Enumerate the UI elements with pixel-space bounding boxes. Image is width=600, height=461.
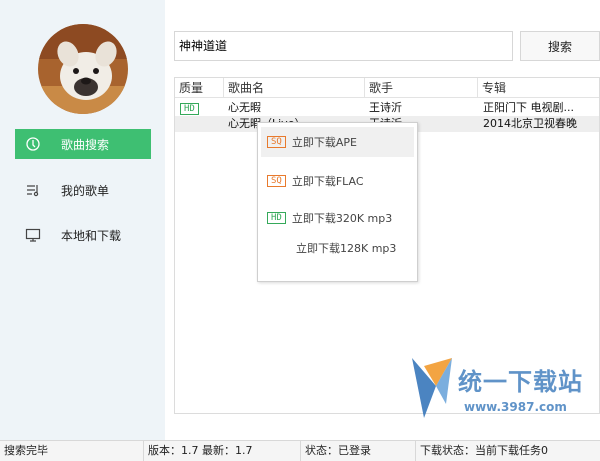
menu-item-label: 立即下载FLAC bbox=[291, 175, 364, 188]
column-header-quality[interactable]: 质量 bbox=[175, 78, 223, 98]
menu-item-download-128k[interactable]: 立即下载128K mp3 bbox=[261, 233, 414, 263]
column-header-title[interactable]: 歌曲名 bbox=[223, 78, 364, 98]
sidebar-item-my-playlist[interactable]: 我的歌单 bbox=[15, 175, 151, 205]
menu-item-label: 立即下载320K mp3 bbox=[291, 212, 393, 225]
quality-cell: HD bbox=[180, 100, 220, 116]
table-row[interactable]: HD 心无暇 王诗沂 正阳门下 电视剧... bbox=[175, 100, 599, 116]
status-bar: 搜索完毕 版本：1.7 最新：1.7 状态：已登录 下载状态：当前下载任务0 bbox=[0, 440, 600, 461]
search-input[interactable]: 神神道道 bbox=[174, 31, 513, 61]
sq-quality-badge: SQ bbox=[267, 175, 286, 187]
download-context-menu: SQ 立即下载APE SQ 立即下载FLAC HD 立即下载320K mp3 立… bbox=[257, 122, 418, 282]
hd-quality-badge: HD bbox=[267, 212, 286, 224]
status-login: 状态：已登录 bbox=[300, 441, 415, 461]
album-name: 2014北京卫视春晚 bbox=[483, 117, 577, 130]
sidebar-item-song-search[interactable]: 歌曲搜索 bbox=[15, 129, 151, 159]
menu-item-label: 立即下载APE bbox=[291, 136, 357, 149]
hd-quality-badge: HD bbox=[180, 103, 199, 115]
song-title: 心无暇 bbox=[228, 101, 261, 114]
menu-item-download-320k[interactable]: HD 立即下载320K mp3 bbox=[261, 203, 414, 233]
column-header-artist[interactable]: 歌手 bbox=[364, 78, 477, 98]
watermark-logo: 统一下载站 www.3987.com bbox=[410, 356, 590, 426]
sq-quality-badge: SQ bbox=[267, 136, 286, 148]
sidebar-item-label: 我的歌单 bbox=[61, 183, 110, 198]
avatar[interactable] bbox=[38, 24, 128, 114]
status-download: 下载状态：当前下载任务0 bbox=[415, 441, 600, 461]
watermark-brand: 统一下载站 bbox=[458, 368, 583, 396]
column-header-album[interactable]: 专辑 bbox=[477, 78, 600, 98]
menu-item-download-ape[interactable]: SQ 立即下载APE bbox=[261, 127, 414, 157]
playlist-icon bbox=[25, 182, 41, 198]
sidebar-item-label: 本地和下载 bbox=[61, 228, 122, 243]
album-name: 正阳门下 电视剧... bbox=[483, 101, 574, 114]
status-version: 版本：1.7 最新：1.7 bbox=[143, 441, 300, 461]
sidebar-item-label: 歌曲搜索 bbox=[61, 137, 110, 152]
monitor-icon bbox=[25, 227, 41, 243]
menu-item-label: 立即下载128K mp3 bbox=[296, 242, 397, 255]
status-message: 搜索完毕 bbox=[4, 444, 48, 457]
search-icon bbox=[25, 136, 41, 152]
menu-item-download-flac[interactable]: SQ 立即下载FLAC bbox=[261, 166, 414, 196]
artist-name: 王诗沂 bbox=[369, 101, 402, 114]
table-header: 质量 歌曲名 歌手 专辑 bbox=[175, 78, 599, 98]
avatar-dog-image bbox=[38, 24, 128, 114]
sidebar: 歌曲搜索 我的歌单 本地和下载 bbox=[0, 0, 165, 440]
search-button[interactable]: 搜索 bbox=[520, 31, 600, 61]
sidebar-item-local-download[interactable]: 本地和下载 bbox=[15, 220, 151, 250]
watermark-url: www.3987.com bbox=[464, 400, 567, 414]
